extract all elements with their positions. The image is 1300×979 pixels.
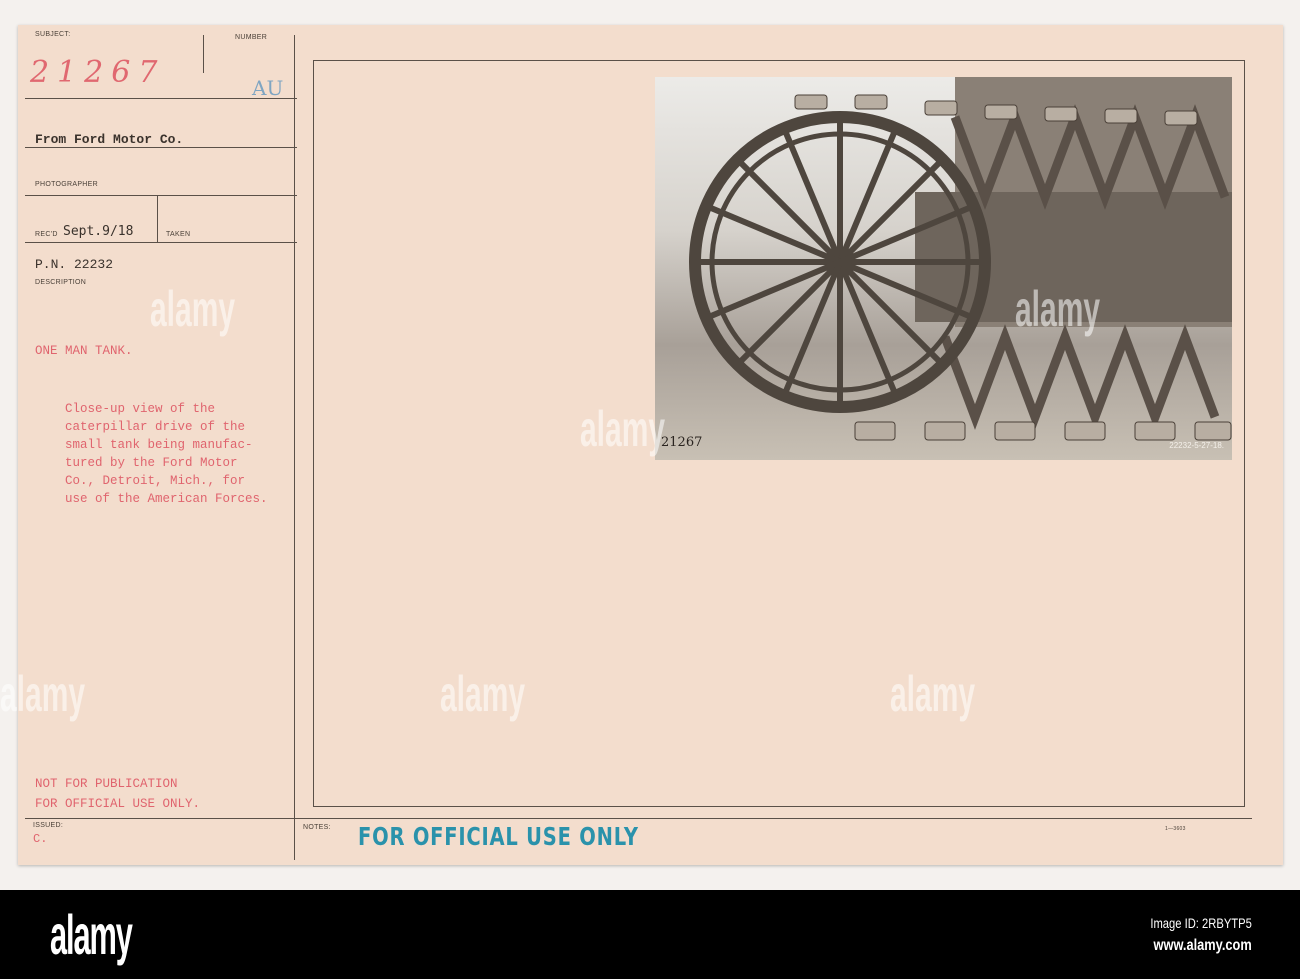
subject-value: 21267 bbox=[30, 55, 166, 90]
issued-label: ISSUED: bbox=[33, 822, 64, 829]
divider bbox=[157, 195, 158, 242]
recd-label: REC'D bbox=[35, 231, 58, 238]
number-value: AU bbox=[252, 76, 284, 100]
divider bbox=[25, 242, 297, 243]
issued-value: C. bbox=[33, 832, 48, 846]
photographer-label: PHOTOGRAPHER bbox=[35, 181, 98, 188]
column-divider bbox=[294, 35, 295, 860]
divider bbox=[25, 818, 1252, 819]
subject-label: SUBJECT: bbox=[35, 31, 71, 38]
photo-caption-left: 21267 bbox=[661, 435, 703, 450]
recd-value: Sept.9/18 bbox=[63, 224, 134, 239]
divider bbox=[25, 147, 297, 148]
photo-caption-right: 22232-5-27-18. bbox=[1169, 441, 1224, 450]
description-text: Close-up view of the caterpillar drive o… bbox=[65, 402, 268, 506]
form-number: 1—3603 bbox=[1165, 826, 1186, 832]
number-label: NUMBER bbox=[235, 34, 268, 41]
image-id: Image ID: 2RBYTP5 bbox=[1150, 915, 1252, 931]
restriction-line-1: NOT FOR PUBLICATION bbox=[35, 777, 178, 791]
taken-label: TAKEN bbox=[166, 231, 191, 238]
restriction-line-2: FOR OFFICIAL USE ONLY. bbox=[35, 797, 201, 811]
divider bbox=[25, 98, 297, 99]
description-label: DESCRIPTION bbox=[35, 279, 87, 286]
notes-label: NOTES: bbox=[303, 824, 331, 831]
divider bbox=[203, 35, 204, 73]
alamy-logo: alamy bbox=[50, 903, 133, 966]
divider bbox=[25, 195, 297, 196]
pn-text: P.N. 22232 bbox=[35, 257, 114, 272]
footer-bar: alamy Image ID: 2RBYTP5 www.alamy.com bbox=[0, 890, 1300, 979]
description-title: ONE MAN TANK. bbox=[35, 344, 133, 358]
site-url[interactable]: www.alamy.com bbox=[1154, 937, 1252, 955]
caterpillar-drive-image bbox=[689, 77, 1232, 441]
tank-photo: 21267 22232-5-27-18. bbox=[655, 77, 1232, 460]
source-text: From Ford Motor Co. bbox=[35, 132, 184, 147]
official-use-stamp: FOR OFFICIAL USE ONLY bbox=[358, 822, 639, 851]
